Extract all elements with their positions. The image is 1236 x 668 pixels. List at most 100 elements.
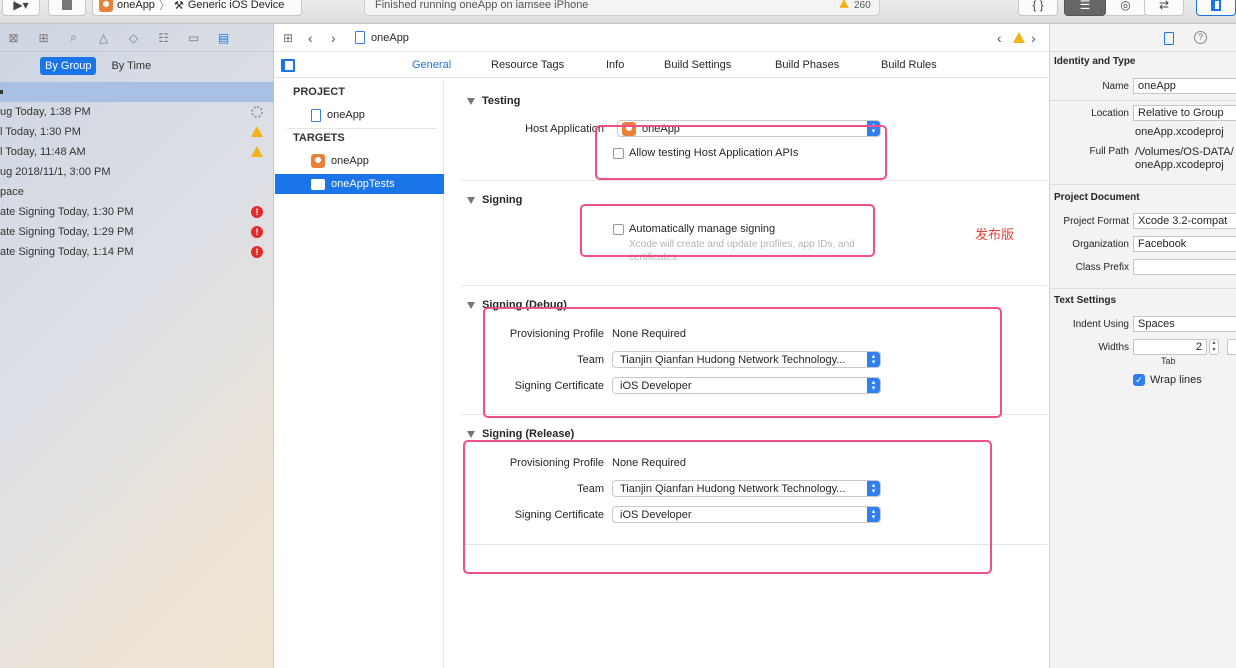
scheme-device-label[interactable]: Generic iOS Device bbox=[188, 0, 285, 11]
project-item-oneapp[interactable]: oneApp bbox=[275, 105, 444, 125]
class-prefix-field[interactable] bbox=[1133, 259, 1236, 275]
version-editor-button[interactable]: ⇄ bbox=[1144, 0, 1184, 16]
highlight-box-signing bbox=[580, 204, 875, 257]
app-icon bbox=[99, 0, 113, 12]
target-item-oneapp[interactable]: oneApp bbox=[275, 151, 444, 171]
standard-editor-button[interactable]: ☰ bbox=[1064, 0, 1106, 16]
report-row[interactable]: l Today, 11:48 AM bbox=[0, 142, 274, 162]
hierarchy-icon[interactable]: ⊞ bbox=[34, 30, 53, 46]
annotation-text: 发布版 bbox=[975, 227, 1015, 242]
help-icon[interactable]: ? bbox=[1194, 31, 1207, 44]
disclosure-triangle-icon[interactable] bbox=[467, 97, 475, 105]
widths-label: Widths bbox=[1098, 342, 1129, 353]
error-icon: ! bbox=[251, 226, 263, 238]
targets-section-header: TARGETS bbox=[293, 132, 345, 144]
report-row[interactable]: pace bbox=[0, 182, 274, 202]
project-file-icon bbox=[311, 108, 321, 122]
forward-chevron-icon[interactable]: › bbox=[331, 30, 336, 46]
play-icon: ▶▾ bbox=[13, 0, 29, 12]
report-label: pace bbox=[0, 186, 24, 198]
prev-issue-chevron-icon[interactable]: ‹ bbox=[997, 30, 1002, 46]
breadcrumb-separator: 〉 bbox=[158, 0, 170, 12]
panel-icon bbox=[1211, 0, 1221, 11]
issue-warning-icon[interactable] bbox=[1013, 32, 1025, 43]
signing-release-section-header[interactable]: Signing (Release) bbox=[467, 428, 574, 440]
stop-button[interactable] bbox=[48, 0, 86, 16]
debug-list-icon[interactable]: ☷ bbox=[154, 30, 173, 46]
stop-icon bbox=[62, 0, 72, 10]
name-label: Name bbox=[1102, 81, 1129, 92]
issue-warning-icon[interactable]: △ bbox=[94, 30, 113, 46]
tab-width-value: 2 bbox=[1195, 341, 1202, 353]
file-inspector-icon[interactable] bbox=[1164, 32, 1174, 45]
tab-width-stepper[interactable]: ▴ ▾ bbox=[1209, 339, 1219, 355]
project-target-list: PROJECT oneApp TARGETS oneApp oneAppTest… bbox=[275, 80, 444, 668]
tab-width-field[interactable]: 2 bbox=[1133, 339, 1207, 355]
report-row[interactable]: l Today, 1:30 PM bbox=[0, 122, 274, 142]
testing-section-header[interactable]: Testing bbox=[467, 95, 520, 107]
project-format-value: Xcode 3.2-compat bbox=[1138, 215, 1228, 227]
assistant-editor-button[interactable]: ◎ bbox=[1106, 0, 1146, 16]
project-editor: ⊞ ‹ › oneApp ‹ › General Resource Tags I… bbox=[275, 24, 1048, 668]
report-label: ate Signing Today, 1:30 PM bbox=[0, 206, 134, 218]
general-settings: Testing Host Application oneApp ▴ ▾ Allow… bbox=[445, 80, 1048, 668]
next-issue-chevron-icon[interactable]: › bbox=[1031, 30, 1036, 46]
tab-build-settings[interactable]: Build Settings bbox=[664, 59, 731, 71]
report-navigator: ⊠ ⊞ ⌕ △ ◇ ☷ ▭ ▤ By Group By Time ug Toda… bbox=[0, 24, 274, 668]
disclosure-triangle-icon[interactable] bbox=[467, 430, 475, 438]
disclosure-triangle-icon[interactable] bbox=[467, 196, 475, 204]
organization-field[interactable]: Facebook bbox=[1133, 236, 1236, 252]
back-chevron-icon[interactable]: ‹ bbox=[308, 30, 313, 46]
tab-build-rules[interactable]: Build Rules bbox=[881, 59, 937, 71]
braces-icon: { } bbox=[1032, 0, 1044, 12]
signing-section-header[interactable]: Signing bbox=[467, 194, 522, 206]
outline-toggle-icon[interactable] bbox=[281, 59, 295, 72]
fullpath-value-2: oneApp.xcodeproj bbox=[1135, 159, 1224, 171]
related-items-icon[interactable]: ⊞ bbox=[283, 31, 293, 45]
indent-width-field[interactable] bbox=[1227, 339, 1236, 355]
warning-icon bbox=[839, 0, 849, 8]
project-file-icon bbox=[355, 31, 365, 44]
test-diamond-icon[interactable]: ◇ bbox=[124, 30, 143, 46]
activity-viewer: Finished running oneApp on iamsee iPhone… bbox=[364, 0, 880, 16]
report-row[interactable]: ug Today, 1:38 PM bbox=[0, 102, 274, 122]
search-icon[interactable]: ⌕ bbox=[64, 30, 83, 46]
divider bbox=[1050, 288, 1236, 289]
target-item-oneapptests[interactable]: oneAppTests bbox=[275, 174, 444, 194]
warning-count[interactable]: 260 bbox=[854, 0, 871, 11]
fullpath-value: /Volumes/OS-DATA/ bbox=[1135, 146, 1234, 158]
tab-resource-tags[interactable]: Resource Tags bbox=[491, 59, 564, 71]
scheme-selector[interactable]: oneApp 〉 ⚒ Generic iOS Device bbox=[92, 0, 302, 16]
report-row[interactable]: ate Signing Today, 1:14 PM ! bbox=[0, 242, 274, 262]
report-label: l Today, 11:48 AM bbox=[0, 146, 86, 158]
project-format-popup[interactable]: Xcode 3.2-compat bbox=[1133, 213, 1236, 229]
tab-info[interactable]: Info bbox=[606, 59, 624, 71]
inspector-tabs: ? bbox=[1050, 24, 1236, 52]
close-square-icon[interactable]: ⊠ bbox=[4, 30, 23, 46]
disclosure-triangle-icon[interactable] bbox=[467, 301, 475, 309]
tab-build-phases[interactable]: Build Phases bbox=[775, 59, 839, 71]
toggle-panel-button[interactable] bbox=[1196, 0, 1236, 16]
report-chat-icon[interactable]: ▤ bbox=[214, 30, 233, 46]
report-row[interactable]: ate Signing Today, 1:29 PM ! bbox=[0, 222, 274, 242]
run-button[interactable]: ▶▾ bbox=[2, 0, 40, 16]
jump-bar-file[interactable]: oneApp bbox=[371, 32, 409, 44]
app-target-icon bbox=[311, 154, 325, 168]
arrows-icon: ⇄ bbox=[1158, 0, 1170, 12]
tab-general[interactable]: General bbox=[412, 59, 451, 71]
error-icon: ! bbox=[251, 246, 263, 258]
class-prefix-label: Class Prefix bbox=[1075, 262, 1129, 273]
location-popup[interactable]: Relative to Group bbox=[1133, 105, 1236, 121]
wrap-lines-checkbox[interactable]: ✓ bbox=[1133, 374, 1145, 386]
indent-using-popup[interactable]: Spaces bbox=[1133, 316, 1236, 332]
by-group-segment[interactable]: By Group bbox=[40, 57, 97, 75]
code-review-button[interactable]: { } bbox=[1018, 0, 1058, 16]
by-time-segment[interactable]: By Time bbox=[106, 57, 156, 75]
fullpath-label: Full Path bbox=[1089, 146, 1129, 157]
report-row[interactable]: ug 2018/11/1, 3:00 PM bbox=[0, 162, 274, 182]
breakpoint-icon[interactable]: ▭ bbox=[184, 30, 203, 46]
name-field[interactable]: oneApp bbox=[1133, 78, 1236, 94]
report-row[interactable]: ate Signing Today, 1:30 PM ! bbox=[0, 202, 274, 222]
selected-report-row[interactable] bbox=[0, 82, 274, 102]
testing-title: Testing bbox=[482, 95, 521, 107]
